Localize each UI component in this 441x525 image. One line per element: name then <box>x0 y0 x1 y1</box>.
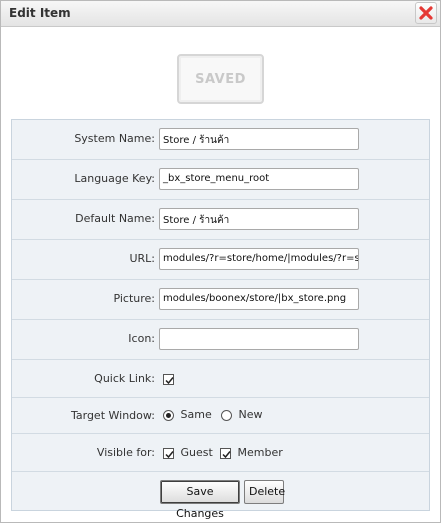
row-url: URL: modules/?r=store/home/|modules/?r=s… <box>12 240 429 280</box>
row-target-window: Target Window: Same New <box>12 398 429 434</box>
language-key-label: Language Key: <box>74 172 155 185</box>
row-icon: Icon: <box>12 320 429 360</box>
visible-guest-label: Guest <box>180 446 213 459</box>
url-input[interactable]: modules/?r=store/home/|modules/?r=store <box>159 248 359 270</box>
edit-item-dialog: Edit Item SAVED System Name: Store / ร้า… <box>0 0 441 523</box>
row-quick-link: Quick Link: <box>12 360 429 398</box>
default-name-label: Default Name: <box>75 212 155 225</box>
icon-label: Icon: <box>128 332 155 345</box>
check-icon <box>165 450 174 458</box>
target-new-radio[interactable] <box>221 409 232 421</box>
visible-for-label: Visible for: <box>96 446 155 459</box>
quick-link-checkbox-wrap <box>163 372 174 385</box>
picture-label: Picture: <box>113 292 155 305</box>
delete-button[interactable]: Delete <box>244 480 285 504</box>
system-name-label: System Name: <box>74 132 155 145</box>
check-icon <box>222 450 231 458</box>
visible-member-option[interactable]: Member <box>220 446 283 459</box>
url-label: URL: <box>129 252 155 265</box>
default-name-input[interactable]: Store / ร้านค้า <box>159 208 359 230</box>
saved-status-badge: SAVED <box>177 54 264 104</box>
visible-member-label: Member <box>237 446 283 459</box>
language-key-input[interactable]: _bx_store_menu_root <box>159 168 359 190</box>
target-new-option[interactable]: New <box>221 408 263 421</box>
save-changes-button[interactable]: Save Changes <box>160 480 240 520</box>
quick-link-checkbox[interactable] <box>163 373 174 385</box>
visible-member-checkbox[interactable] <box>220 447 231 459</box>
dialog-title: Edit Item <box>9 6 71 20</box>
visible-guest-option[interactable]: Guest <box>163 446 213 459</box>
target-same-radio[interactable] <box>163 409 174 421</box>
row-actions: Save Changes Delete <box>12 472 429 520</box>
row-picture: Picture: modules/boonex/store/|bx_store.… <box>12 280 429 320</box>
picture-input[interactable]: modules/boonex/store/|bx_store.png <box>159 288 359 310</box>
row-system-name: System Name: Store / ร้านค้า <box>12 120 429 160</box>
check-icon <box>165 376 174 384</box>
row-default-name: Default Name: Store / ร้านค้า <box>12 200 429 240</box>
row-language-key: Language Key: _bx_store_menu_root <box>12 160 429 200</box>
row-visible-for: Visible for: Guest Member <box>12 434 429 472</box>
target-same-option[interactable]: Same <box>163 408 212 421</box>
target-window-label: Target Window: <box>70 409 155 422</box>
close-button[interactable] <box>415 2 437 24</box>
dialog-titlebar: Edit Item <box>1 1 440 27</box>
system-name-input[interactable]: Store / ร้านค้า <box>159 128 359 150</box>
icon-input[interactable] <box>159 328 359 350</box>
target-same-label: Same <box>180 408 212 421</box>
quick-link-label: Quick Link: <box>94 372 155 385</box>
target-new-label: New <box>238 408 263 421</box>
visible-guest-checkbox[interactable] <box>163 447 174 459</box>
close-icon <box>419 6 433 20</box>
edit-item-form: System Name: Store / ร้านค้า Language Ke… <box>11 119 430 520</box>
